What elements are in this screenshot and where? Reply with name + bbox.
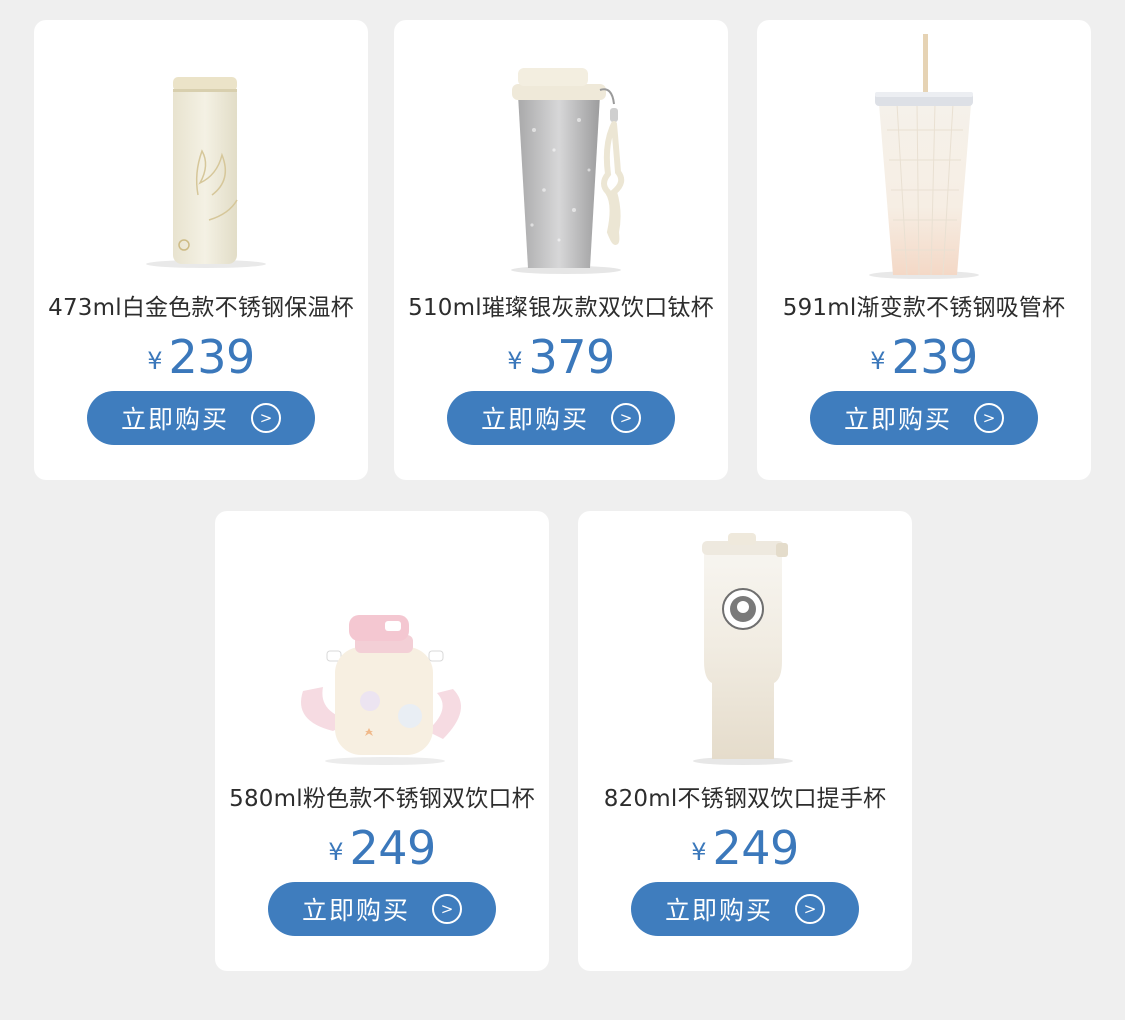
product-title: 473ml白金色款不锈钢保温杯	[48, 295, 354, 321]
product-title: 580ml粉色款不锈钢双饮口杯	[229, 786, 535, 812]
product-card[interactable]: 591ml渐变款不锈钢吸管杯 ¥239 立即购买 >	[757, 20, 1091, 480]
product-card[interactable]: 510ml璀璨银灰款双饮口钛杯 ¥379 立即购买 >	[394, 20, 728, 480]
product-image[interactable]	[757, 20, 1091, 290]
product-title: 591ml渐变款不锈钢吸管杯	[782, 295, 1066, 321]
price-amount: 249	[349, 821, 436, 875]
arrow-right-circle-icon: >	[251, 403, 281, 433]
currency-symbol: ¥	[870, 347, 886, 375]
currency-symbol: ¥	[507, 347, 523, 375]
buy-now-button[interactable]: 立即购买 >	[268, 882, 496, 936]
product-image[interactable]	[215, 511, 549, 781]
currency-symbol: ¥	[328, 838, 344, 866]
product-price: ¥239	[34, 330, 368, 384]
buy-now-button[interactable]: 立即购买 >	[447, 391, 675, 445]
product-grid: 473ml白金色款不锈钢保温杯 ¥239 立即购买 > 510ml璀璨银灰款双饮…	[0, 0, 1125, 1020]
arrow-right-circle-icon: >	[795, 894, 825, 924]
product-image[interactable]	[578, 511, 912, 781]
currency-symbol: ¥	[147, 347, 163, 375]
price-amount: 379	[528, 330, 615, 384]
product-image[interactable]	[34, 20, 368, 290]
buy-now-button[interactable]: 立即购买 >	[87, 391, 315, 445]
arrow-right-circle-icon: >	[432, 894, 462, 924]
buy-now-label: 立即购买	[843, 405, 952, 434]
product-card[interactable]: 473ml白金色款不锈钢保温杯 ¥239 立即购买 >	[34, 20, 368, 480]
arrow-right-circle-icon: >	[974, 403, 1004, 433]
price-amount: 239	[168, 330, 255, 384]
product-title: 510ml璀璨银灰款双饮口钛杯	[408, 295, 714, 321]
product-price: ¥239	[757, 330, 1091, 384]
product-price: ¥379	[394, 330, 728, 384]
product-title: 820ml不锈钢双饮口提手杯	[603, 786, 887, 812]
arrow-right-circle-icon: >	[611, 403, 641, 433]
buy-now-button[interactable]: 立即购买 >	[631, 882, 859, 936]
product-price: ¥249	[215, 821, 549, 875]
buy-now-label: 立即购买	[120, 405, 229, 434]
buy-now-button[interactable]: 立即购买 >	[810, 391, 1038, 445]
product-image[interactable]	[394, 20, 728, 290]
buy-now-label: 立即购买	[301, 896, 410, 925]
buy-now-label: 立即购买	[480, 405, 589, 434]
price-amount: 249	[712, 821, 799, 875]
product-card[interactable]: 580ml粉色款不锈钢双饮口杯 ¥249 立即购买 >	[215, 511, 549, 971]
buy-now-label: 立即购买	[664, 896, 773, 925]
product-price: ¥249	[578, 821, 912, 875]
product-card[interactable]: 820ml不锈钢双饮口提手杯 ¥249 立即购买 >	[578, 511, 912, 971]
price-amount: 239	[891, 330, 978, 384]
currency-symbol: ¥	[691, 838, 707, 866]
